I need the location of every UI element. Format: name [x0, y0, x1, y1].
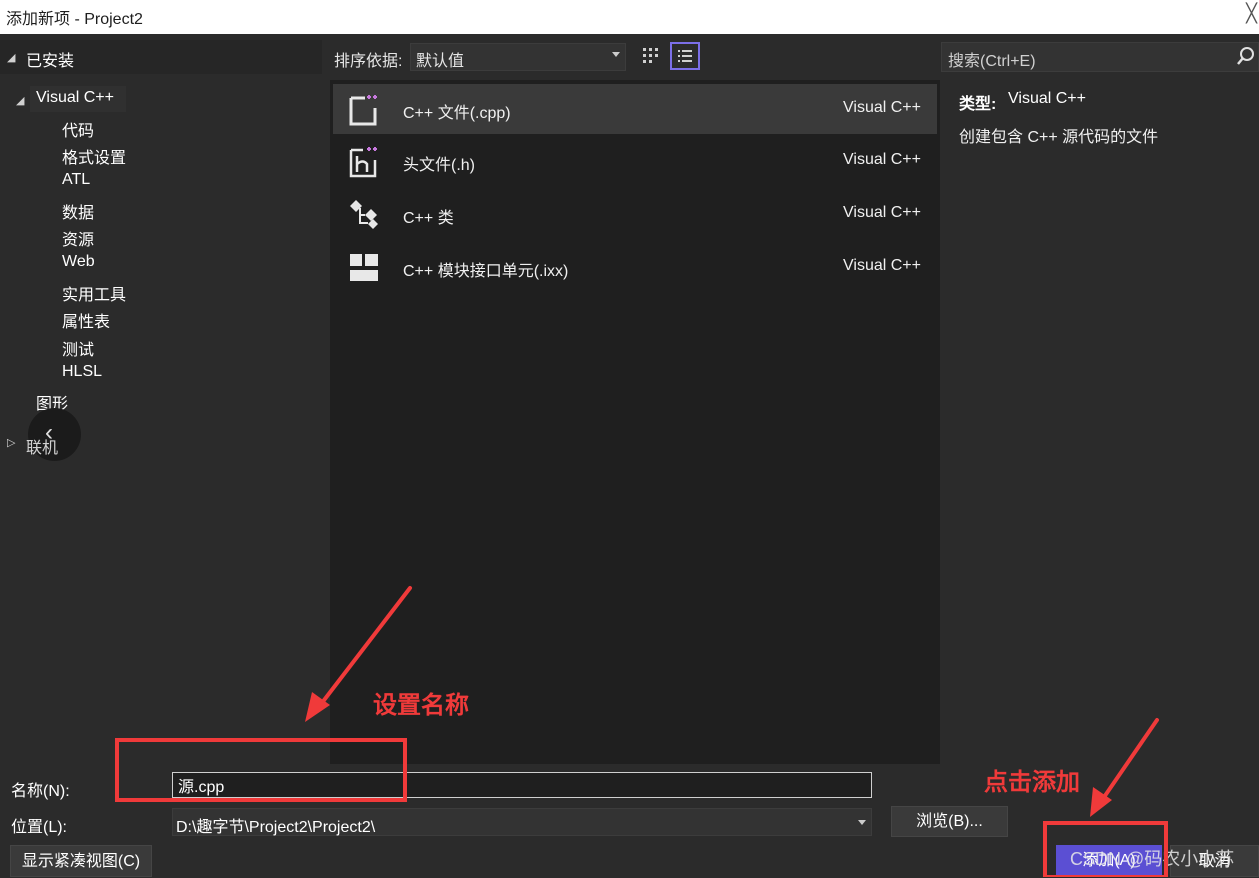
tree-item-web[interactable]: Web [62, 253, 95, 271]
tree-item-test[interactable]: 测试 [62, 336, 94, 360]
annotation-set-name: 设置名称 [373, 692, 469, 719]
tree-item-hlsl[interactable]: HLSL [62, 363, 102, 381]
template-description: 创建包含 C++ 源代码的文件 [959, 129, 1159, 146]
grid-view-icon[interactable] [640, 44, 662, 68]
template-name: 头文件(.h) [403, 157, 476, 174]
close-icon[interactable]: ╳ [1246, 3, 1257, 24]
template-name: C++ 文件(.cpp) [403, 105, 511, 122]
module-icon [350, 254, 378, 281]
expanded-triangle-icon: ◢ [7, 52, 16, 64]
tree-item-atl[interactable]: ATL [62, 171, 90, 189]
tree-item-visual-cpp[interactable]: Visual C++ [36, 89, 114, 107]
template-language: Visual C++ [843, 257, 921, 274]
template-language: Visual C++ [843, 204, 921, 221]
title-bar: 添加新项 - Project2 ╳ [0, 0, 1259, 34]
list-view-icon[interactable] [670, 42, 700, 70]
tree-item-code[interactable]: 代码 [62, 117, 94, 141]
class-icon [350, 200, 378, 229]
tree-item-formatting[interactable]: 格式设置 [62, 144, 126, 168]
type-value: Visual C++ [1008, 90, 1086, 107]
watermark: CSDN @码农小小苏 [1070, 849, 1235, 869]
template-language: Visual C++ [843, 151, 921, 168]
template-row-class[interactable]: C++ 类 Visual C++ [333, 189, 937, 239]
search-placeholder: 搜索(Ctrl+E) [948, 53, 1036, 70]
dropdown-caret-icon [858, 820, 866, 825]
dropdown-caret-icon [612, 52, 620, 57]
template-language: Visual C++ [843, 99, 921, 116]
search-icon[interactable] [1236, 46, 1256, 66]
template-row-header-file[interactable]: 头文件(.h) Visual C++ [333, 136, 937, 186]
template-name: C++ 模块接口单元(.ixx) [403, 263, 569, 280]
header-file-icon [349, 147, 377, 178]
tree-item-utilities[interactable]: 实用工具 [62, 281, 126, 305]
collapsed-triangle-icon: ▷ [7, 437, 16, 449]
name-label: 名称(N): [11, 783, 70, 800]
location-value: D:\趣字节\Project2\Project2\ [176, 819, 376, 836]
installed-label: 已安装 [26, 53, 75, 70]
type-label: 类型: [959, 96, 997, 113]
browse-button[interactable]: 浏览(B)... [891, 806, 1008, 837]
template-name: C++ 类 [403, 210, 454, 227]
location-label: 位置(L): [11, 819, 68, 836]
tree-item-online[interactable]: 联机 [26, 434, 58, 458]
sort-value: 默认值 [416, 53, 465, 70]
installed-header[interactable]: ◢ 已安装 [0, 40, 322, 74]
annotation-click-add: 点击添加 [984, 769, 1080, 796]
tree-item-resources[interactable]: 资源 [62, 226, 94, 250]
tree-item-property-sheets[interactable]: 属性表 [62, 308, 110, 332]
tree-item-data[interactable]: 数据 [62, 199, 94, 223]
window-title: 添加新项 - Project2 [6, 11, 143, 28]
expanded-triangle-icon: ◢ [16, 95, 25, 107]
cpp-file-icon [349, 95, 377, 126]
compact-view-button[interactable]: 显示紧凑视图(C) [10, 845, 152, 877]
name-field[interactable] [172, 772, 872, 798]
template-row-module[interactable]: C++ 模块接口单元(.ixx) Visual C++ [333, 242, 937, 292]
template-row-cpp-file[interactable]: C++ 文件(.cpp) Visual C++ [333, 84, 937, 134]
sort-label: 排序依据: [334, 53, 403, 70]
